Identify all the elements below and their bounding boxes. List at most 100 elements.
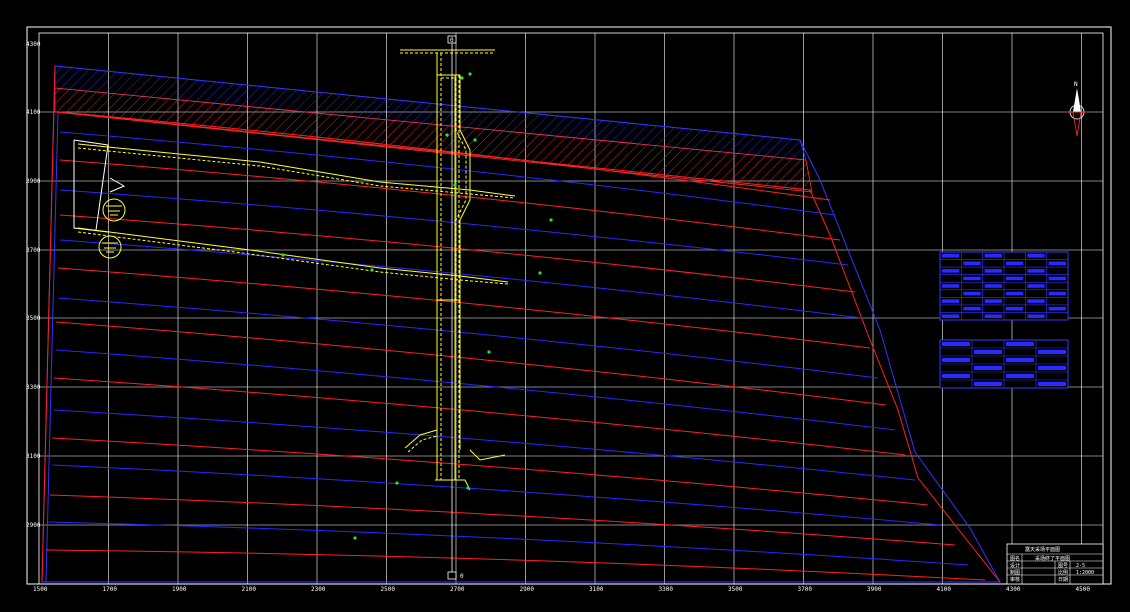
- contour-line: [49, 494, 956, 546]
- legend-cell: [1027, 269, 1045, 273]
- legend-cell: [1038, 350, 1066, 354]
- haul-roads: [77, 143, 516, 285]
- tb-r1c2: 图号: [1058, 563, 1068, 569]
- survey-marker: [453, 183, 457, 187]
- legend-cell: [942, 374, 970, 378]
- axis-mark-bottom: 0: [460, 573, 464, 580]
- contour-line: [45, 549, 986, 581]
- legend-table-2: [939, 339, 1069, 389]
- legend-cell: [1048, 261, 1066, 266]
- legend-cell: [1006, 306, 1024, 311]
- legend-cell: [1006, 342, 1034, 346]
- x-grid-label: 2700: [450, 586, 465, 593]
- y-grid-label: 3100: [26, 453, 41, 460]
- legend-cell: [1038, 382, 1066, 386]
- survey-marker: [538, 271, 542, 275]
- survey-marker: [468, 72, 472, 76]
- x-grid-label: 2300: [311, 586, 326, 593]
- axis-marker-bottom: [447, 571, 457, 580]
- legend-cell: [1006, 261, 1024, 266]
- x-grid-label: 2900: [520, 586, 535, 593]
- legend-cell: [1048, 306, 1066, 311]
- tb-r1c0: 设计: [1010, 562, 1020, 569]
- north-label: N: [1074, 81, 1078, 88]
- x-grid-label: 2100: [242, 586, 257, 593]
- y-grid-label: 3500: [26, 315, 41, 322]
- legend-cell: [963, 306, 981, 311]
- x-grid-label: 1700: [103, 586, 118, 593]
- survey-marker: [370, 268, 374, 272]
- tb-r2c3: 1:2000: [1076, 570, 1094, 576]
- x-grid-label: 3500: [728, 586, 743, 593]
- survey-point-2: [98, 235, 122, 259]
- tb-r2c2: 比例: [1058, 569, 1068, 576]
- legend-cell: [1006, 374, 1034, 378]
- contour-line: [57, 297, 879, 379]
- legend-cell: [942, 358, 970, 362]
- legend-cell: [942, 314, 960, 318]
- legend-cell: [942, 299, 960, 303]
- tb-r0c0: 图名: [1010, 555, 1020, 562]
- contour-line: [51, 464, 941, 526]
- tb-r3c0: 审核: [1010, 576, 1020, 583]
- legend-cell: [942, 269, 960, 273]
- survey-marker: [487, 350, 491, 354]
- y-grid-label: 4100: [26, 109, 41, 116]
- survey-marker: [460, 76, 464, 80]
- survey-marker: [445, 133, 449, 137]
- legend-cell: [974, 350, 1002, 354]
- title-block: 露天采场平面图 图名 采场终了平面图 设计 图号 2-5 制图 比例 1:200…: [1006, 543, 1104, 585]
- legend-cell: [984, 269, 1002, 273]
- legend-cell: [963, 276, 981, 281]
- contour-line: [47, 521, 969, 566]
- legend-cell: [984, 314, 1002, 318]
- left-structure: [73, 139, 126, 259]
- north-arrow-icon: N: [1066, 81, 1088, 137]
- contour-line: [55, 321, 887, 406]
- legend-cell: [1006, 291, 1024, 296]
- legend-cell: [1048, 291, 1066, 296]
- legend-cell: [974, 382, 1002, 386]
- legend-table-1: [939, 251, 1069, 321]
- legend-cell: [963, 291, 981, 296]
- x-grid-label: 3300: [659, 586, 674, 593]
- x-grid-label: 1500: [33, 586, 48, 593]
- legend-cell: [963, 261, 981, 266]
- contour-lines: [45, 111, 986, 581]
- legend-cell: [1006, 358, 1034, 362]
- x-grid-label: 3100: [589, 586, 604, 593]
- survey-marker: [473, 138, 477, 142]
- legend-cell: [1027, 314, 1045, 318]
- x-grid-label: 2500: [381, 586, 396, 593]
- legend-cell: [1027, 299, 1045, 303]
- legend-cell: [1048, 276, 1066, 281]
- y-grid-label: 3300: [26, 384, 41, 391]
- tb-r3c2: 日期: [1058, 577, 1068, 583]
- x-grid-label: 4300: [1006, 586, 1021, 593]
- x-grid-label: 4500: [1076, 586, 1091, 593]
- legend-cell: [942, 342, 970, 346]
- legend-cell: [1027, 284, 1045, 288]
- y-grid-label: 3700: [26, 247, 41, 254]
- legend-cell: [1038, 366, 1066, 370]
- legend-cell: [984, 284, 1002, 288]
- cad-drawing-canvas[interactable]: 1500 1700 1900 2100 2300 2500 2700 2900 3100 3300…: [0, 0, 1130, 612]
- x-grid-label: 1900: [172, 586, 187, 593]
- tb-r2c0: 制图: [1010, 569, 1020, 576]
- legend-cell: [984, 254, 1002, 258]
- x-grid-label: 3900: [867, 586, 882, 593]
- tb-r1c3: 2-5: [1076, 563, 1085, 569]
- survey-marker: [466, 486, 470, 490]
- legend-cell: [1006, 276, 1024, 281]
- x-grid-label: 4100: [937, 586, 952, 593]
- survey-marker: [353, 536, 357, 540]
- x-grid-label: 3700: [798, 586, 813, 593]
- survey-point-1: [102, 198, 126, 222]
- legend-cell: [942, 254, 960, 258]
- tb-r0c1: 采场终了平面图: [1035, 555, 1070, 562]
- title-block-title: 露天采场平面图: [1025, 546, 1060, 553]
- contour-line: [57, 267, 871, 349]
- axis-mark-top: 0: [450, 37, 454, 44]
- y-grid-label: 3900: [26, 178, 41, 185]
- y-grid-label: 4300: [26, 41, 41, 48]
